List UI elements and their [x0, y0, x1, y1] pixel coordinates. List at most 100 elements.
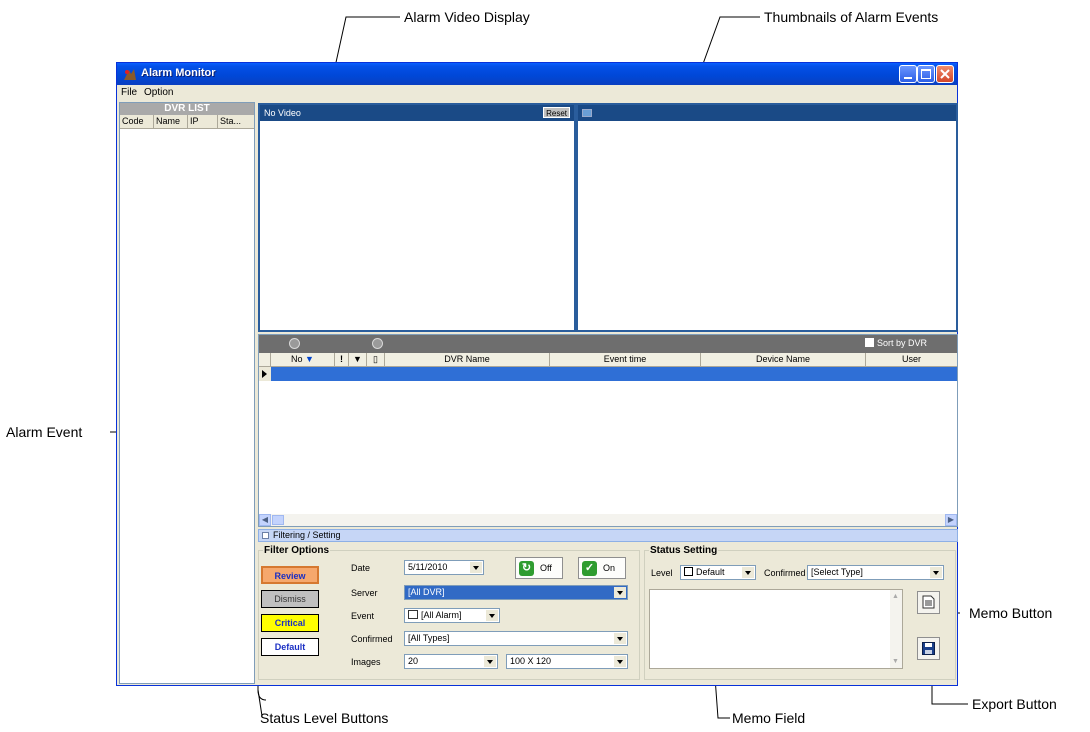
chevron-down-icon	[614, 656, 626, 667]
memo-scrollbar[interactable]: ▲ ▼	[890, 590, 902, 668]
dvr-list-panel: DVR LIST Code Name IP Sta...	[119, 102, 255, 684]
horizontal-scrollbar[interactable]: ◀ ▶	[259, 514, 957, 526]
dvr-col-status[interactable]: Sta...	[218, 115, 254, 128]
chevron-down-icon	[742, 567, 754, 578]
maximize-button[interactable]	[917, 65, 935, 83]
alarm-monitor-window: Alarm Monitor File Option DVR LIST Code …	[116, 62, 958, 686]
reset-button[interactable]: Reset	[543, 107, 570, 118]
dvr-list-columns: Code Name IP Sta...	[120, 115, 254, 129]
memo-field[interactable]: ▲ ▼	[649, 589, 903, 669]
dvr-col-code[interactable]: Code	[120, 115, 154, 128]
memo-icon	[922, 595, 935, 609]
alarm-video-display[interactable]: No Video Reset	[258, 103, 576, 332]
export-button[interactable]	[917, 637, 940, 660]
image-size-select[interactable]: 100 X 120	[506, 654, 628, 669]
checkbox-icon	[864, 338, 874, 347]
filtering-setting-label: Filtering / Setting	[273, 530, 341, 540]
dismiss-level-button[interactable]: Dismiss	[261, 590, 319, 608]
alarm-event-grid: Sort by DVR No ▼ ! ▼ ▯ DVR Name Event ti…	[258, 334, 958, 527]
server-select[interactable]: [All DVR]	[404, 585, 628, 600]
critical-level-button[interactable]: Critical	[261, 614, 319, 632]
chevron-down-icon	[486, 610, 498, 621]
off-button[interactable]: ↻ Off	[515, 557, 563, 579]
video-header: No Video Reset	[260, 105, 574, 121]
sort-by-dvr-checkbox[interactable]: Sort by DVR	[864, 338, 927, 348]
col-event-time[interactable]: Event time	[550, 353, 701, 367]
menu-file[interactable]: File	[121, 87, 137, 98]
filtering-setting-bar[interactable]: Filtering / Setting	[258, 529, 958, 542]
status-setting-title: Status Setting	[649, 545, 719, 556]
review-level-button[interactable]: Review	[261, 566, 319, 584]
col-user[interactable]: User	[866, 353, 957, 367]
close-button[interactable]	[936, 65, 954, 83]
status-confirmed-label: Confirmed	[764, 568, 806, 578]
level-select[interactable]: Default	[680, 565, 756, 580]
scroll-up-icon[interactable]: ▲	[892, 593, 899, 600]
date-picker[interactable]: 5/11/2010	[404, 560, 484, 575]
images-count-select[interactable]: 20	[404, 654, 498, 669]
filter-options-title: Filter Options	[263, 545, 330, 556]
alarm-app-icon	[124, 69, 136, 80]
save-icon	[922, 642, 935, 655]
confirmed-label: Confirmed	[351, 634, 393, 644]
scroll-thumb[interactable]	[272, 515, 284, 525]
title-bar[interactable]: Alarm Monitor	[117, 63, 957, 85]
confirmed-value: [All Types]	[408, 633, 450, 643]
chevron-down-icon	[484, 656, 496, 667]
event-select[interactable]: [All Alarm]	[404, 608, 500, 623]
chevron-down-icon	[614, 587, 626, 598]
col-type[interactable]: ▼	[349, 353, 367, 367]
status-confirmed-select[interactable]: [Select Type]	[807, 565, 944, 580]
scroll-left-icon[interactable]: ◀	[259, 514, 271, 526]
event-label: Event	[351, 611, 375, 621]
col-dvr-name[interactable]: DVR Name	[385, 353, 550, 367]
col-priority[interactable]: !	[335, 353, 349, 367]
server-value: [All DVR]	[408, 587, 445, 597]
grid-toggle-1-icon[interactable]	[289, 338, 300, 349]
images-label: Images	[351, 657, 381, 667]
chevron-down-icon	[930, 567, 942, 578]
level-value: Default	[696, 567, 725, 577]
status-confirmed-value: [Select Type]	[811, 567, 863, 577]
menu-bar: File Option	[117, 85, 957, 101]
memo-column-icon: ▯	[373, 354, 378, 364]
menu-option[interactable]: Option	[144, 87, 173, 98]
monitor-icon	[582, 109, 592, 117]
grid-toggle-2-icon[interactable]	[372, 338, 383, 349]
dvr-list-header: DVR LIST	[120, 103, 254, 115]
refresh-icon: ↻	[519, 561, 534, 576]
window-title: Alarm Monitor	[141, 67, 216, 79]
col-no[interactable]: No ▼	[271, 353, 335, 367]
size-value: 100 X 120	[510, 656, 552, 666]
default-level-button[interactable]: Default	[261, 638, 319, 656]
sort-by-dvr-label: Sort by DVR	[876, 338, 927, 348]
callout-thumbnails: Thumbnails of Alarm Events	[764, 9, 939, 25]
scroll-down-icon[interactable]: ▼	[892, 658, 899, 665]
callout-alarm-video-display: Alarm Video Display	[404, 9, 530, 25]
dvr-col-name[interactable]: Name	[154, 115, 188, 128]
thumbnails-header	[578, 105, 956, 121]
col-device-name[interactable]: Device Name	[701, 353, 866, 367]
dvr-col-ip[interactable]: IP	[188, 115, 218, 128]
col-memo[interactable]: ▯	[367, 353, 385, 367]
server-label: Server	[351, 588, 378, 598]
grid-column-headers: No ▼ ! ▼ ▯ DVR Name Event time Device Na…	[259, 353, 957, 367]
event-value: [All Alarm]	[421, 610, 462, 620]
thumbnails-panel[interactable]	[576, 103, 958, 332]
memo-button[interactable]	[917, 591, 940, 614]
row-pointer-icon	[262, 370, 267, 378]
check-icon: ✓	[582, 561, 597, 576]
grid-toolbar: Sort by DVR	[259, 335, 957, 353]
chevron-down-icon	[614, 633, 626, 644]
scroll-right-icon[interactable]: ▶	[945, 514, 957, 526]
table-row[interactable]	[259, 367, 957, 381]
date-value: 5/11/2010	[408, 562, 448, 572]
on-label: On	[603, 563, 616, 573]
date-label: Date	[351, 563, 371, 573]
off-label: Off	[540, 563, 552, 573]
on-button[interactable]: ✓ On	[578, 557, 626, 579]
confirmed-select[interactable]: [All Types]	[404, 631, 628, 646]
close-icon	[940, 69, 950, 79]
level-label: Level	[651, 568, 673, 578]
minimize-button[interactable]	[899, 65, 917, 83]
